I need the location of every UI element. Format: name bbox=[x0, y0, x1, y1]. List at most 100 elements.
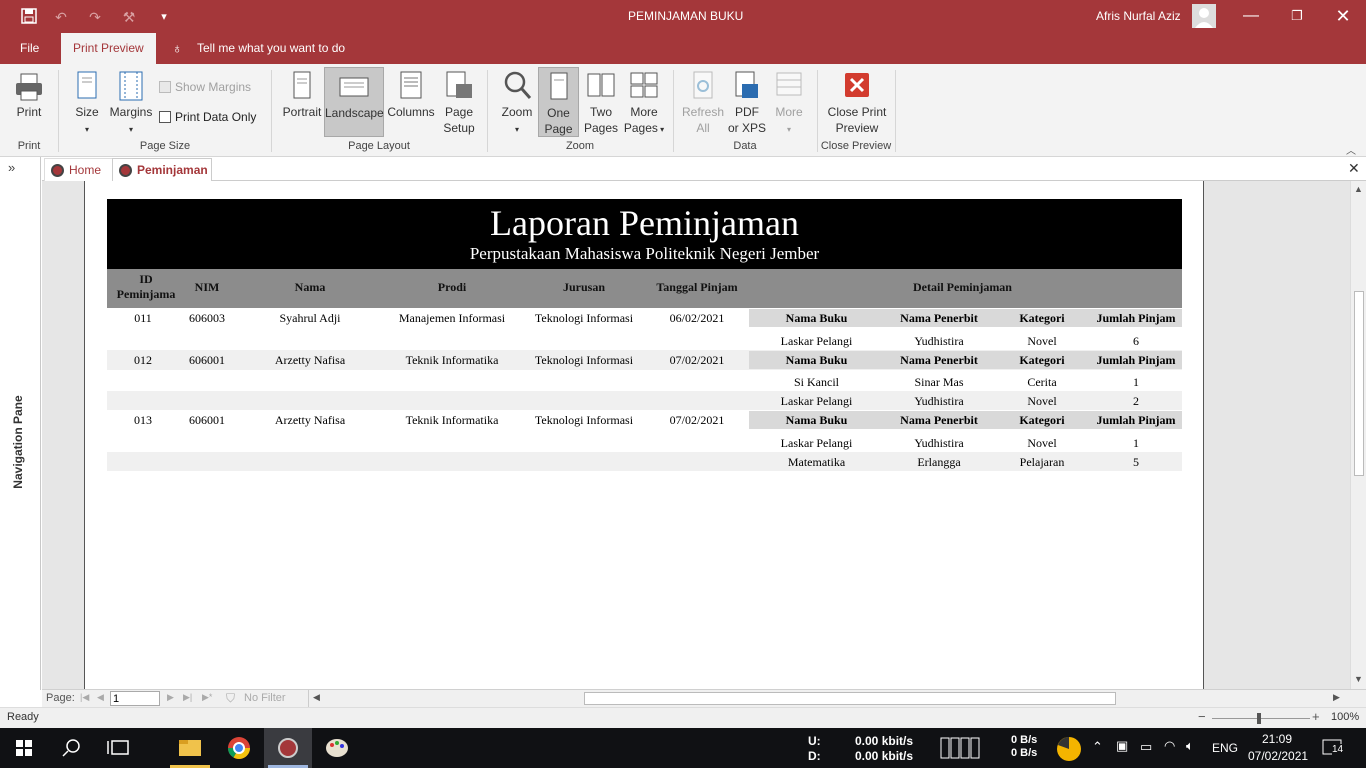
zoom-slider[interactable] bbox=[1212, 718, 1310, 719]
subheader-kategori: Kategori bbox=[1019, 413, 1065, 427]
zoom-in-icon[interactable]: + bbox=[1312, 709, 1320, 724]
landscape-button[interactable]: Landscape bbox=[324, 67, 384, 137]
detail-jumlah: 5 bbox=[1133, 455, 1139, 469]
start-button[interactable] bbox=[0, 728, 48, 768]
header-prodi: Prodi bbox=[437, 280, 467, 294]
printer-icon bbox=[16, 73, 42, 101]
save-icon[interactable] bbox=[20, 8, 38, 26]
margins-button[interactable]: Margins ▾ bbox=[108, 70, 154, 138]
file-explorer-button[interactable] bbox=[166, 728, 214, 768]
window-title: PEMINJAMAN BUKU bbox=[628, 9, 744, 23]
detail-buku: Laskar Pelangi bbox=[780, 334, 853, 348]
portrait-icon bbox=[293, 71, 311, 99]
expand-nav-icon[interactable]: » bbox=[8, 160, 15, 175]
zoom-button[interactable]: Zoom ▾ bbox=[497, 70, 537, 138]
header-id: ID Peminjama bbox=[116, 272, 176, 301]
columns-button[interactable]: Columns bbox=[386, 70, 436, 120]
two-pages-button[interactable]: Two Pages bbox=[581, 70, 621, 136]
zoom-level[interactable]: 100% bbox=[1331, 711, 1359, 723]
detail-kategori: Novel bbox=[1027, 394, 1057, 408]
chevron-up-icon[interactable]: ⌃ bbox=[1092, 739, 1103, 755]
more-pages-button[interactable]: More Pages ▾ bbox=[622, 70, 666, 138]
cell-prodi: Manajemen Informasi bbox=[398, 311, 506, 325]
cell-id: 013 bbox=[134, 413, 152, 427]
restore-icon[interactable]: ❐ bbox=[1274, 0, 1320, 33]
volume-icon[interactable]: 🔈︎ bbox=[1186, 738, 1194, 754]
subheader-penerbit: Nama Penerbit bbox=[900, 413, 978, 427]
customize-qat-icon[interactable]: ▾ bbox=[155, 8, 173, 26]
cell-nama: Arzetty Nafisa bbox=[274, 353, 346, 367]
pdf-xps-button[interactable]: PDF or XPS bbox=[726, 70, 768, 136]
next-page-icon[interactable]: ▶ bbox=[167, 692, 174, 703]
one-page-button[interactable]: One Page bbox=[538, 67, 579, 137]
print-data-only-checkbox[interactable]: Print Data Only bbox=[159, 110, 256, 124]
doc-tab-peminjaman[interactable]: Peminjaman bbox=[112, 158, 212, 181]
search-button[interactable] bbox=[48, 728, 96, 768]
tell-me-search[interactable]: Tell me what you want to do bbox=[197, 33, 345, 64]
battery-icon[interactable]: ▭ bbox=[1140, 739, 1152, 755]
page-number-input[interactable] bbox=[110, 691, 160, 706]
scroll-thumb[interactable] bbox=[1354, 291, 1364, 476]
print-button[interactable]: Print bbox=[10, 72, 48, 120]
tab-file[interactable]: File bbox=[20, 33, 39, 64]
ribbon-tabs: File Print Preview ♁ Tell me what you wa… bbox=[0, 33, 1366, 64]
cell-tanggal: 07/02/2021 bbox=[669, 413, 725, 427]
page-setup-button[interactable]: Page Setup bbox=[438, 70, 480, 136]
clock-time[interactable]: 21:09 bbox=[1262, 732, 1292, 746]
tools-icon[interactable]: ⚒ bbox=[120, 8, 138, 26]
undo-icon[interactable]: ↶ bbox=[52, 8, 70, 26]
detail-penerbit: Sinar Mas bbox=[914, 375, 964, 389]
doc-tab-home[interactable]: Home bbox=[44, 158, 115, 181]
scroll-left-icon[interactable]: ◀ bbox=[313, 692, 320, 703]
size-button[interactable]: Size ▾ bbox=[72, 70, 102, 138]
close-doc-icon[interactable]: ✕ bbox=[1348, 160, 1360, 177]
avatar[interactable] bbox=[1192, 4, 1216, 28]
cell-jurusan: Teknologi Informasi bbox=[534, 311, 634, 325]
scroll-up-icon[interactable]: ▲ bbox=[1354, 184, 1363, 194]
notification-count: 14 bbox=[1332, 744, 1344, 755]
language-indicator[interactable]: ENG bbox=[1212, 741, 1238, 755]
close-print-preview-button[interactable]: Close Print Preview bbox=[824, 70, 890, 136]
horizontal-scrollbar[interactable]: ◀ ▶ bbox=[308, 690, 1342, 707]
refresh-all-button[interactable]: Refresh All bbox=[681, 70, 725, 136]
header-tanggal: Tanggal Pinjam bbox=[656, 280, 738, 294]
scroll-down-icon[interactable]: ▼ bbox=[1354, 674, 1363, 684]
new-page-icon[interactable]: ▶* bbox=[202, 692, 212, 703]
vertical-scrollbar[interactable]: ▲ ▼ bbox=[1350, 181, 1366, 689]
subheader-buku: Nama Buku bbox=[785, 353, 848, 367]
more-data-button[interactable]: More ▾ bbox=[770, 70, 808, 138]
detail-jumlah: 1 bbox=[1133, 375, 1139, 389]
collapse-ribbon-icon[interactable]: ︿ bbox=[1346, 142, 1356, 157]
filter-status[interactable]: No Filter bbox=[244, 692, 286, 704]
task-view-button[interactable] bbox=[96, 728, 144, 768]
clock-date[interactable]: 07/02/2021 bbox=[1248, 749, 1308, 763]
tab-print-preview[interactable]: Print Preview bbox=[61, 33, 156, 64]
paint-button[interactable] bbox=[313, 728, 361, 768]
redo-icon[interactable]: ↷ bbox=[86, 8, 104, 26]
navigation-pane[interactable]: » Navigation Pane bbox=[0, 157, 41, 690]
meet-icon[interactable]: ▣ bbox=[1116, 738, 1128, 754]
zoom-slider-thumb[interactable] bbox=[1257, 713, 1261, 724]
notification-center-button[interactable]: 14 bbox=[1322, 738, 1346, 758]
show-margins-checkbox[interactable]: Show Margins bbox=[159, 80, 251, 94]
scroll-right-icon[interactable]: ▶ bbox=[1333, 692, 1340, 703]
cell-tanggal: 07/02/2021 bbox=[669, 353, 725, 367]
portrait-button[interactable]: Portrait bbox=[280, 70, 324, 120]
hscroll-thumb[interactable] bbox=[584, 692, 1116, 705]
prev-page-icon[interactable]: ◀ bbox=[97, 692, 104, 703]
cell-jurusan: Teknologi Informasi bbox=[534, 353, 634, 367]
zoom-out-icon[interactable]: − bbox=[1198, 709, 1206, 724]
access-button[interactable] bbox=[264, 728, 312, 768]
wifi-icon[interactable]: ◠ bbox=[1164, 738, 1175, 754]
report-icon bbox=[119, 164, 132, 177]
windows-icon bbox=[16, 740, 32, 756]
refresh-icon bbox=[693, 71, 713, 99]
user-name[interactable]: Afris Nurfal Aziz bbox=[1096, 9, 1181, 23]
close-icon[interactable]: ✕ bbox=[1320, 0, 1366, 33]
detail-buku: Laskar Pelangi bbox=[780, 436, 853, 450]
chrome-button[interactable] bbox=[215, 728, 263, 768]
filter-icon: ⛉ bbox=[226, 691, 236, 705]
last-page-icon[interactable]: ▶| bbox=[183, 692, 192, 703]
first-page-icon[interactable]: |◀ bbox=[80, 692, 89, 703]
minimize-icon[interactable]: — bbox=[1228, 0, 1274, 33]
